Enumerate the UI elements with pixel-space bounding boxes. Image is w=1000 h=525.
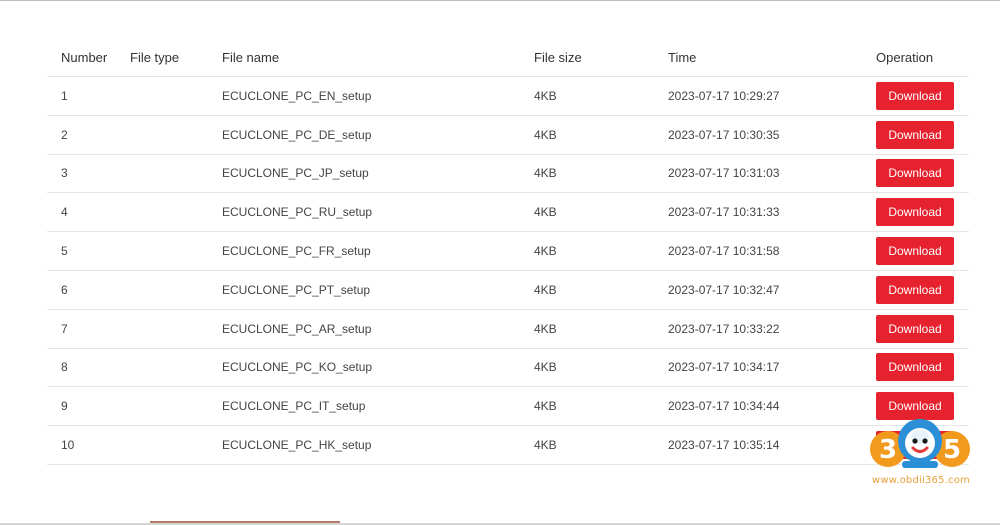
cell-file-name: ECUCLONE_PC_EN_setup — [222, 88, 372, 103]
cell-file-size: 4KB — [534, 360, 557, 375]
cell-number: 6 — [61, 282, 68, 297]
cell-file-size: 4KB — [534, 282, 557, 297]
table-row: 6 ECUCLONE_PC_PT_setup 4KB 2023-07-17 10:32… — [47, 271, 969, 310]
download-button[interactable]: Download — [876, 237, 954, 266]
cell-operation: Download — [876, 271, 954, 309]
cell-file-size: 4KB — [534, 166, 557, 181]
header-file-name: File name — [222, 50, 280, 65]
cell-file-size: 4KB — [534, 205, 557, 220]
cell-file-size: 4KB — [534, 88, 557, 103]
cell-file-size: 4KB — [534, 438, 557, 453]
download-button[interactable]: Download — [876, 314, 954, 343]
download-button[interactable]: Download — [876, 353, 954, 382]
table-row: 2 ECUCLONE_PC_DE_setup 4KB 2023-07-17 10:30… — [47, 116, 969, 155]
table-body: 1 ECUCLONE_PC_EN_setup 4KB 2023-07-17 10:29… — [47, 77, 969, 465]
cell-time: 2023-07-17 10:31:58 — [668, 244, 780, 259]
cell-number: 10 — [61, 438, 75, 453]
header-operation: Operation — [876, 50, 934, 65]
cell-file-name: ECUCLONE_PC_HK_setup — [222, 438, 372, 453]
table-row: 5 ECUCLONE_PC_FR_setup 4KB 2023-07-17 10:31… — [47, 232, 969, 271]
cell-file-name: ECUCLONE_PC_DE_setup — [222, 127, 372, 142]
cell-operation: Download — [876, 193, 954, 231]
cell-file-size: 4KB — [534, 321, 557, 336]
cell-number: 5 — [61, 244, 68, 259]
cell-file-name: ECUCLONE_PC_RU_setup — [222, 205, 373, 220]
cell-operation: Download — [876, 349, 954, 387]
cell-file-name: ECUCLONE_PC_KO_setup — [222, 360, 373, 375]
watermark-logo: 3 5 www.obdii365.com — [866, 413, 976, 493]
download-button[interactable]: Download — [876, 198, 954, 227]
table-row: 9 ECUCLONE_PC_IT_setup 4KB 2023-07-17 10:34… — [47, 387, 969, 427]
cell-number: 1 — [61, 88, 68, 103]
table-row: 4 ECUCLONE_PC_RU_setup 4KB 2023-07-17 10:31… — [47, 193, 969, 233]
table-row: 1 ECUCLONE_PC_EN_setup 4KB 2023-07-17 10:29… — [47, 77, 969, 116]
header-file-type: File type — [130, 50, 180, 65]
table-row: 8 ECUCLONE_PC_KO_setup 4KB 2023-07-17 10:34… — [47, 349, 969, 388]
download-button[interactable]: Download — [876, 275, 954, 304]
bottom-accent-bar — [150, 521, 340, 523]
table-row: 3 ECUCLONE_PC_JP_setup 4KB 2023-07-17 10:31… — [47, 155, 969, 194]
cell-operation: Download — [876, 232, 954, 270]
cell-file-name: ECUCLONE_PC_IT_setup — [222, 399, 366, 414]
cell-number: 2 — [61, 127, 68, 142]
table-row: 10 ECUCLONE_PC_HK_setup 4KB 2023-07-17 10:3… — [47, 426, 969, 465]
download-button[interactable]: Download — [876, 81, 954, 110]
cell-file-name: ECUCLONE_PC_FR_setup — [222, 244, 371, 259]
table-header-row: Number File type File name File size Tim… — [47, 39, 969, 77]
cell-operation: Download — [876, 155, 954, 193]
cell-file-size: 4KB — [534, 244, 557, 259]
download-button[interactable]: Download — [876, 120, 954, 149]
cell-time: 2023-07-17 10:34:44 — [668, 399, 780, 414]
cell-time: 2023-07-17 10:30:35 — [668, 127, 780, 142]
cell-file-name: ECUCLONE_PC_JP_setup — [222, 166, 369, 181]
obdii365-logo-icon: 3 5 — [870, 419, 970, 468]
cell-file-name: ECUCLONE_PC_AR_setup — [222, 321, 372, 336]
cell-number: 3 — [61, 166, 68, 181]
cell-operation: Download — [876, 310, 954, 348]
cell-file-name: ECUCLONE_PC_PT_setup — [222, 282, 371, 297]
cell-operation: Download — [876, 77, 954, 115]
cell-number: 4 — [61, 205, 68, 220]
cell-time: 2023-07-17 10:31:33 — [668, 205, 780, 220]
cell-operation: Download — [876, 116, 954, 154]
cell-file-size: 4KB — [534, 399, 557, 414]
cell-number: 8 — [61, 360, 68, 375]
cell-time: 2023-07-17 10:32:47 — [668, 282, 780, 297]
downloads-table: Number File type File name File size Tim… — [47, 39, 969, 465]
cell-time: 2023-07-17 10:34:17 — [668, 360, 780, 375]
header-time: Time — [668, 50, 697, 65]
download-button[interactable]: Download — [876, 159, 954, 188]
table-row: 7 ECUCLONE_PC_AR_setup 4KB 2023-07-17 10:33… — [47, 310, 969, 349]
cell-file-size: 4KB — [534, 127, 557, 142]
watermark-url: www.obdii365.com — [872, 475, 970, 486]
cell-time: 2023-07-17 10:35:14 — [668, 438, 780, 453]
svg-text:3: 3 — [879, 435, 897, 465]
cell-time: 2023-07-17 10:31:03 — [668, 166, 780, 181]
cell-number: 9 — [61, 399, 68, 414]
cell-time: 2023-07-17 10:33:22 — [668, 321, 780, 336]
svg-text:5: 5 — [943, 435, 961, 465]
header-file-size: File size — [534, 50, 582, 65]
cell-number: 7 — [61, 321, 68, 336]
cell-time: 2023-07-17 10:29:27 — [668, 88, 780, 103]
header-number: Number — [61, 50, 108, 65]
